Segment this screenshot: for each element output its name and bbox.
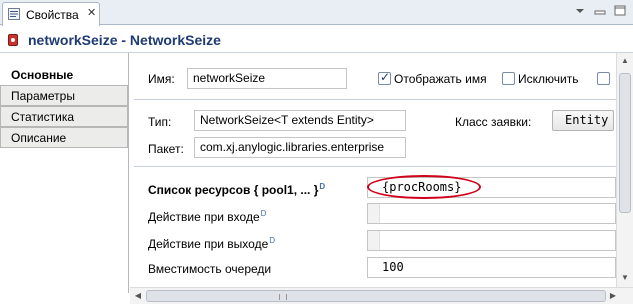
type-field[interactable]: NetworkSeize<T extends Entity>	[194, 110, 406, 131]
nav-item-statistics[interactable]: Статистика	[0, 106, 128, 127]
show-name-label: Отображать имя	[394, 72, 487, 86]
package-label: Пакет:	[148, 142, 184, 156]
package-field[interactable]: com.xj.anylogic.libraries.enterprise	[194, 137, 406, 158]
nav-item-main[interactable]: Основные	[0, 64, 128, 85]
properties-icon	[8, 8, 20, 20]
resources-label-text: Список ресурсов { pool1, ... }	[148, 183, 319, 197]
scroll-left-icon[interactable]: ◀	[133, 291, 143, 301]
highlight-annotation	[367, 175, 481, 199]
tab-properties-label: Свойства	[26, 8, 79, 22]
request-class-select[interactable]: Entity	[552, 110, 614, 131]
minimize-icon[interactable]	[592, 3, 608, 19]
nav-divider	[128, 53, 129, 293]
vertical-scrollbar[interactable]: ▲ ▼	[616, 53, 633, 287]
request-class-label: Класс заявки:	[455, 115, 532, 129]
nav-item-parameters[interactable]: Параметры	[0, 85, 128, 106]
tab-properties[interactable]: Свойства ✕	[2, 2, 100, 26]
on-enter-field[interactable]	[367, 203, 616, 224]
scroll-grip-icon	[279, 294, 287, 300]
horizontal-scroll-thumb[interactable]	[146, 290, 606, 302]
resources-label: Список ресурсов { pool1, ... }D	[148, 182, 325, 197]
type-label: Тип:	[148, 115, 172, 129]
section-divider	[134, 166, 616, 167]
name-field[interactable]: networkSeize	[187, 68, 347, 89]
scroll-down-icon[interactable]: ▼	[620, 273, 630, 283]
close-icon[interactable]: ✕	[87, 7, 96, 19]
on-exit-label-text: Действие при выходе	[148, 237, 269, 251]
properties-nav: Основные Параметры Статистика Описание	[0, 60, 128, 306]
horizontal-scrollbar[interactable]: ◀ ▶	[130, 287, 633, 304]
on-enter-label: Действие при входеD	[148, 209, 266, 224]
show-name-checkbox[interactable]	[378, 70, 391, 85]
view-tab-bar: Свойства ✕	[0, 0, 633, 26]
page-title: networkSeize - NetworkSeize	[28, 32, 221, 48]
view-menu-icon[interactable]	[572, 3, 588, 19]
queue-capacity-label: Вместимость очереди	[148, 262, 272, 276]
dynamic-marker: D	[319, 182, 326, 191]
exclude-label: Исключить	[518, 72, 579, 86]
scroll-up-icon[interactable]: ▲	[620, 56, 630, 66]
vertical-scroll-thumb[interactable]	[619, 73, 631, 213]
network-seize-icon	[8, 34, 18, 46]
extra-checkbox[interactable]	[597, 72, 610, 85]
on-exit-label: Действие при выходеD	[148, 236, 275, 251]
scroll-right-icon[interactable]: ▶	[608, 291, 618, 301]
dynamic-marker: D	[269, 236, 276, 245]
queue-capacity-field[interactable]: 100	[367, 257, 616, 278]
maximize-icon[interactable]	[612, 3, 628, 19]
nav-item-description[interactable]: Описание	[0, 127, 128, 148]
properties-header: networkSeize - NetworkSeize	[0, 26, 633, 53]
on-enter-label-text: Действие при входе	[148, 210, 260, 224]
name-label: Имя:	[148, 72, 175, 86]
on-exit-field[interactable]	[367, 230, 616, 251]
section-divider	[134, 99, 616, 100]
dynamic-marker: D	[260, 209, 267, 218]
exclude-checkbox[interactable]	[502, 72, 515, 85]
